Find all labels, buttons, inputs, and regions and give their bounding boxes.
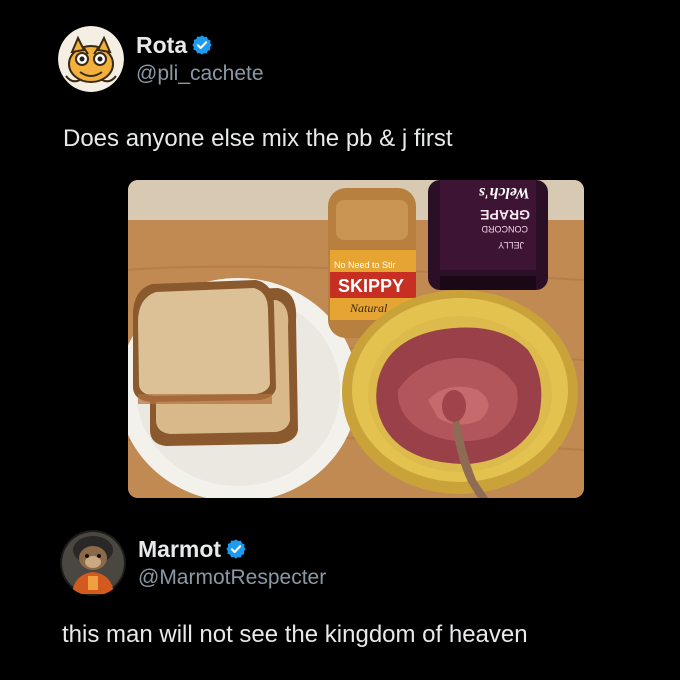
handle[interactable]: @pli_cachete xyxy=(136,61,264,87)
avatar-rota[interactable] xyxy=(58,26,124,92)
handle[interactable]: @MarmotRespecter xyxy=(138,565,326,591)
identity-block: Marmot @MarmotRespecter xyxy=(138,535,326,591)
sandwich xyxy=(132,280,298,446)
post-header-rota: Rota @pli_cachete xyxy=(58,26,264,92)
display-name[interactable]: Marmot xyxy=(138,535,221,563)
jar-tagline: No Need to Stir xyxy=(334,260,396,270)
post-media-photo[interactable]: No Need to Stir SKIPPY Natural JELLY CON… xyxy=(128,180,584,498)
name-row: Rota xyxy=(136,31,264,59)
post-text: Does anyone else mix the pb & j first xyxy=(63,125,453,152)
post-header-marmot: Marmot @MarmotRespecter xyxy=(60,530,326,596)
verified-badge-icon xyxy=(191,34,213,56)
bottle-type: JELLY xyxy=(498,240,524,250)
identity-block: Rota @pli_cachete xyxy=(136,31,264,87)
post-text: this man will not see the kingdom of hea… xyxy=(62,621,528,648)
avatar-marmot[interactable] xyxy=(60,530,126,596)
bottle-brand: Welch's xyxy=(479,184,530,201)
jar-variety: Natural xyxy=(349,301,388,315)
bottle-flavor-1: CONCORD xyxy=(481,224,528,234)
jar-brand: SKIPPY xyxy=(338,276,404,296)
name-row: Marmot xyxy=(138,535,326,563)
jelly-bottle: JELLY CONCORD GRAPE Welch's xyxy=(428,180,548,290)
verified-badge-icon xyxy=(225,538,247,560)
display-name[interactable]: Rota xyxy=(136,31,187,59)
bottle-flavor-2: GRAPE xyxy=(480,207,530,223)
